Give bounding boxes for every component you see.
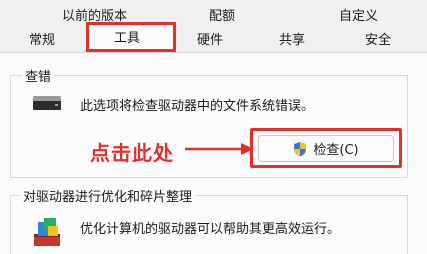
tab-customize[interactable]: 自定义 (339, 8, 378, 26)
tab-tools[interactable]: 工具 (114, 30, 140, 48)
tab-general[interactable]: 常规 (29, 32, 55, 50)
tab-row-back: 以前的版本 配额 自定义 (0, 0, 427, 28)
click-here-annotation: 点击此处 (90, 141, 174, 165)
optimize-description: 优化计算机的驱动器可以帮助其更高效运行。 (80, 222, 341, 237)
check-button[interactable]: 检查(C) (258, 135, 394, 162)
error-checking-title: 查错 (22, 66, 55, 85)
tab-hardware[interactable]: 硬件 (197, 32, 223, 50)
check-button-label: 检查(C) (313, 143, 359, 158)
tab-sharing[interactable]: 共享 (279, 32, 305, 50)
tab-quota[interactable]: 配额 (209, 8, 235, 26)
optimize-title: 对驱动器进行优化和碎片整理 (20, 186, 196, 205)
tab-security[interactable]: 安全 (365, 32, 391, 50)
hard-drive-icon (33, 96, 61, 110)
uac-shield-icon (294, 141, 307, 156)
defragment-icon (34, 218, 60, 246)
tab-row-front: 常规 工具 硬件 共享 安全 (0, 28, 427, 52)
annotation-arrow-icon (185, 143, 254, 155)
error-checking-description: 此选项将检查驱动器中的文件系统错误。 (80, 99, 315, 114)
